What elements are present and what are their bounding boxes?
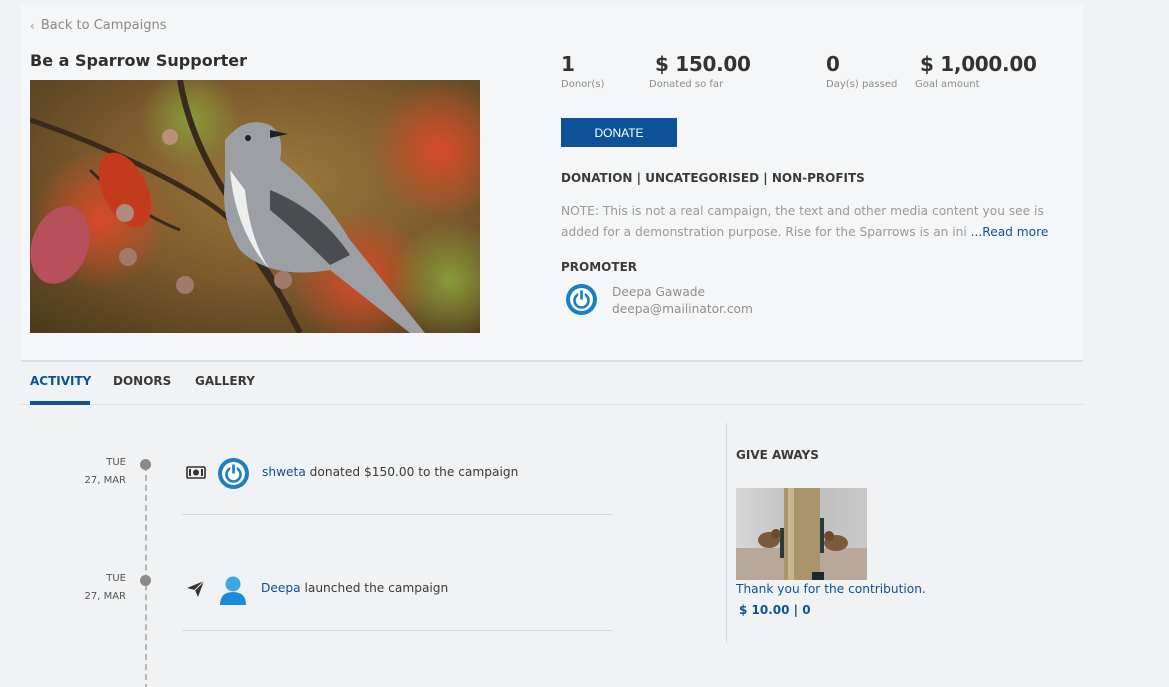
user-link[interactable]: shweta — [262, 465, 306, 479]
back-link-label: Back to Campaigns — [40, 18, 167, 33]
power-icon — [218, 458, 249, 489]
timeline-action: donated $150.00 to the campaign — [305, 465, 519, 479]
money-icon — [186, 465, 206, 484]
stat-label: Day(s) passed — [826, 79, 898, 90]
stat-days: 0 Day(s) passed — [826, 52, 897, 90]
stat-label: Goal amount — [915, 79, 980, 90]
timeline-day: TUE — [106, 457, 126, 468]
tab-donors[interactable]: DONORS — [113, 374, 171, 388]
timeline-day: TUE — [106, 573, 126, 584]
timeline-date: 27, MAR — [84, 591, 127, 602]
timeline-text: shweta donated $150.00 to the campaign — [262, 465, 518, 479]
stat-value: 0 — [826, 52, 840, 76]
stat-value: $ 150.00 — [655, 52, 751, 76]
timeline-action: launched the campaign — [300, 581, 449, 595]
giveaway-title[interactable]: Thank you for the contribution. — [736, 582, 926, 596]
tabs-bottom-divider — [21, 404, 1083, 405]
giveaways-heading: GIVE AWAYS — [736, 448, 819, 462]
timeline-dot — [140, 575, 151, 586]
timeline-separator — [182, 514, 612, 515]
donate-button[interactable]: DONATE — [561, 118, 677, 147]
stat-donors: 1 Donor(s) — [561, 52, 604, 90]
campaign-description: NOTE: This is not a real campaign, the t… — [561, 201, 1081, 243]
tab-activity[interactable]: ACTIVITY — [30, 374, 91, 388]
tabs-top-divider — [21, 360, 1083, 362]
timeline-dot — [140, 459, 151, 470]
tab-gallery[interactable]: GALLERY — [195, 374, 255, 388]
promoter-heading: PROMOTER — [561, 260, 638, 274]
sidebar-divider — [726, 423, 727, 643]
giveaway-image[interactable] — [736, 488, 867, 580]
chevron-left-icon: ‹ — [30, 18, 35, 33]
user-avatar-icon[interactable] — [219, 575, 247, 610]
campaign-title: Be a Sparrow Supporter — [30, 51, 247, 70]
paper-plane-icon — [186, 580, 205, 602]
timeline-date: 27, MAR — [84, 475, 127, 486]
timeline-text: Deepa launched the campaign — [261, 581, 448, 595]
back-to-campaigns-link[interactable]: ‹ Back to Campaigns — [30, 18, 167, 33]
stat-donated: $ 150.00 Donated so far — [649, 52, 751, 90]
stat-value: 1 — [561, 52, 575, 76]
campaign-categories: DONATION | UNCATEGORISED | NON-PROFITS — [561, 171, 865, 185]
power-icon — [566, 284, 597, 315]
timeline-separator — [182, 630, 612, 631]
promoter-name: Deepa Gawade — [612, 285, 706, 299]
promoter-avatar[interactable] — [566, 284, 597, 315]
stat-goal: $ 1,000.00 Goal amount — [915, 52, 1037, 90]
promoter-email: deepa@mailinator.com — [612, 302, 753, 316]
read-more-link[interactable]: ...Read more — [971, 225, 1049, 239]
stat-label: Donor(s) — [561, 79, 605, 90]
stat-label: Donated so far — [649, 79, 724, 90]
user-avatar[interactable] — [218, 458, 249, 489]
campaign-image — [30, 80, 480, 333]
user-link[interactable]: Deepa — [261, 581, 301, 595]
giveaway-amount: $ 10.00 | 0 — [739, 603, 811, 617]
stat-value: $ 1,000.00 — [920, 52, 1037, 76]
active-tab-indicator — [30, 401, 90, 405]
